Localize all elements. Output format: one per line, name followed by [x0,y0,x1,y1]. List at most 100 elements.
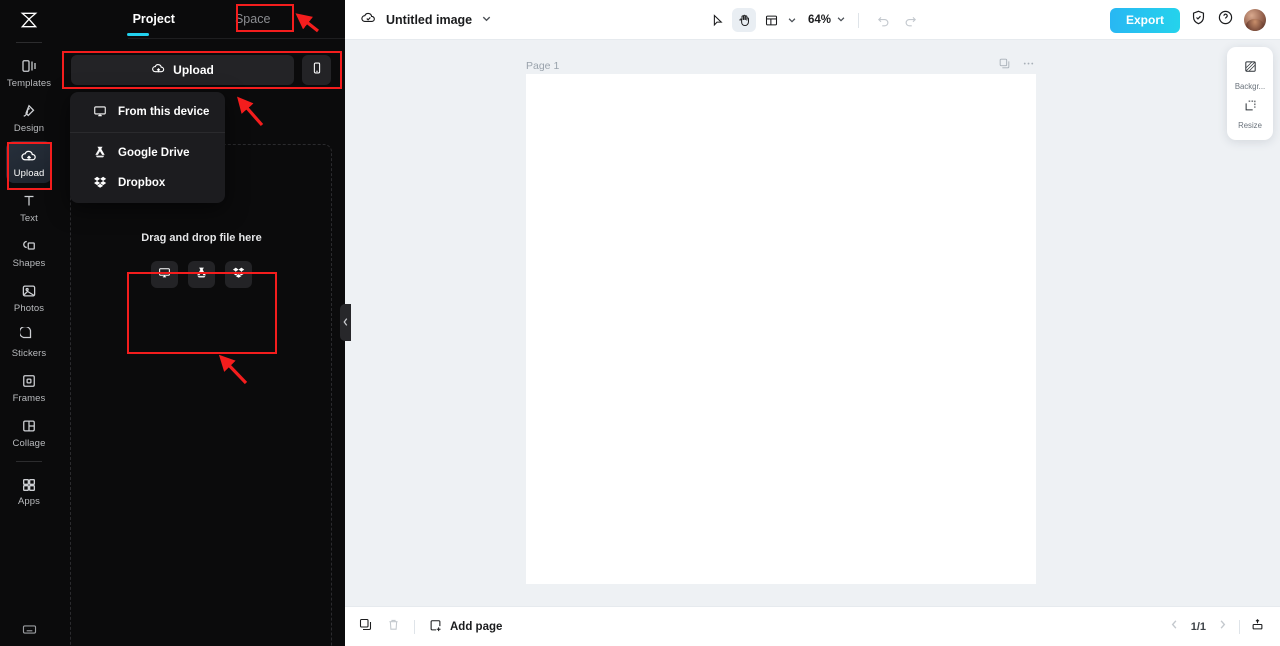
stickers-icon [20,325,38,345]
dropzone-button-dropbox[interactable] [225,261,252,288]
tab-active-underline [127,33,149,36]
sidebar-item-label: Shapes [12,258,46,269]
frames-icon [20,370,38,390]
sidebar-item-text[interactable]: Text [6,186,52,228]
background-tool-label: Backgr... [1234,82,1266,91]
sidebar-item-label: Text [20,213,38,224]
export-button[interactable]: Export [1109,7,1180,33]
dropdown-item-label: Dropbox [118,177,166,189]
tab-project[interactable]: Project [133,12,175,26]
bottom-bar: Add page 1/1 [345,606,1280,646]
layout-panels-tool[interactable] [759,8,783,32]
trash-icon[interactable] [386,617,401,637]
keyboard-shortcuts-icon[interactable] [0,621,58,638]
upload-button[interactable]: Upload [71,55,294,85]
dropzone-source-buttons [151,261,252,288]
sidebar-item-photos[interactable]: Photos [6,276,52,318]
monitor-icon [93,104,107,121]
dropbox-icon [93,175,107,192]
tab-space[interactable]: Space [235,12,270,26]
add-page-label: Add page [450,620,503,633]
dropzone[interactable]: Drag and drop file here [128,232,275,312]
sidebar-item-collage[interactable]: Collage [6,411,52,453]
capcut-image-editor: Templates Design Upload Text Shapes Phot… [0,0,1280,646]
resize-tool-label: Resize [1238,121,1262,130]
google-drive-icon [195,266,208,284]
sidebar-item-label: Collage [12,438,46,449]
upload-cloud-icon [20,145,38,165]
more-options-icon[interactable] [1021,56,1036,76]
top-toolbar: Untitled image 64% Export [345,0,1280,40]
chevron-down-icon[interactable] [481,11,492,29]
sidebar-item-stickers[interactable]: Stickers [6,321,52,363]
canvas-stage: Page 1 Backgr... Resize [345,40,1280,606]
layout-chevron-down-icon[interactable] [787,15,797,25]
sidebar-item-label: Design [13,123,45,134]
upload-source-dropdown: From this device Google Drive Dropbox [70,92,225,203]
background-swatch-icon [1243,59,1258,79]
cursor-select-tool[interactable] [705,8,729,32]
panel-tabs: Project Space [58,0,373,39]
next-page-button[interactable] [1216,618,1229,636]
dropdown-item-dropbox[interactable]: Dropbox [70,168,225,198]
add-page-button[interactable]: Add page [428,618,502,636]
dropzone-label: Drag and drop file here [141,232,262,244]
toolbar-divider [858,12,860,28]
hand-pan-tool[interactable] [732,8,756,32]
sidebar-item-design[interactable]: Design [6,96,52,138]
dropdown-item-label: From this device [118,106,210,118]
rail-divider [16,42,42,43]
sidebar-item-upload[interactable]: Upload [6,141,52,183]
sidebar-item-shapes[interactable]: Shapes [6,231,52,273]
project-panel: Project Space Upload From this device Go… [58,0,373,646]
templates-icon [20,55,38,75]
collapse-timeline-icon[interactable] [1250,617,1265,637]
apps-grid-icon [21,473,37,493]
sidebar-item-label: Frames [12,393,46,404]
duplicate-icon[interactable] [358,617,373,637]
document-title[interactable]: Untitled image [386,13,472,27]
chevron-down-icon [836,11,846,29]
rail-divider-2 [16,461,42,462]
photos-icon [20,280,38,300]
dropzone-button-device[interactable] [151,261,178,288]
user-avatar[interactable] [1244,9,1266,31]
upload-from-mobile-button[interactable] [302,55,331,85]
sidebar-item-frames[interactable]: Frames [6,366,52,408]
dropzone-button-google-drive[interactable] [188,261,215,288]
dropzone-dashed-border [70,144,332,646]
prev-page-button[interactable] [1168,618,1181,636]
cloud-saved-icon[interactable] [360,9,377,31]
left-rail: Templates Design Upload Text Shapes Phot… [0,0,58,646]
mobile-phone-icon [310,61,324,80]
panel-collapse-handle[interactable] [340,304,351,341]
background-tool[interactable]: Backgr... [1227,55,1273,94]
dropdown-item-google-drive[interactable]: Google Drive [70,138,225,168]
bottom-bar-divider [414,619,415,634]
page-header: Page 1 [526,56,1036,76]
toolbar-tools: 64% [705,0,922,40]
right-properties-panel: Backgr... Resize [1227,47,1273,140]
capcut-logo-icon[interactable] [0,0,58,40]
redo-button[interactable] [898,8,922,32]
page-counter: 1/1 [1190,620,1206,633]
sidebar-item-label: Apps [17,496,41,507]
text-icon [20,190,38,210]
sidebar-item-label: Upload [13,168,45,179]
sidebar-item-templates[interactable]: Templates [6,51,52,93]
resize-icon [1243,98,1258,118]
design-canvas[interactable] [526,74,1036,584]
zoom-level-selector[interactable]: 64% [808,11,846,29]
help-circle-icon[interactable] [1217,9,1234,31]
resize-tool[interactable]: Resize [1227,94,1273,133]
duplicate-page-icon[interactable] [998,57,1011,75]
dropdown-item-from-this-device[interactable]: From this device [70,97,225,127]
main-area: Untitled image 64% Export Page 1 Backgr.… [345,0,1280,646]
undo-button[interactable] [871,8,895,32]
sidebar-item-apps[interactable]: Apps [6,469,52,511]
shield-check-icon[interactable] [1190,9,1207,31]
sidebar-item-label: Templates [6,78,52,89]
bottom-bar-right: 1/1 [1168,617,1280,637]
monitor-icon [158,266,171,284]
page-header-tools [998,56,1036,76]
